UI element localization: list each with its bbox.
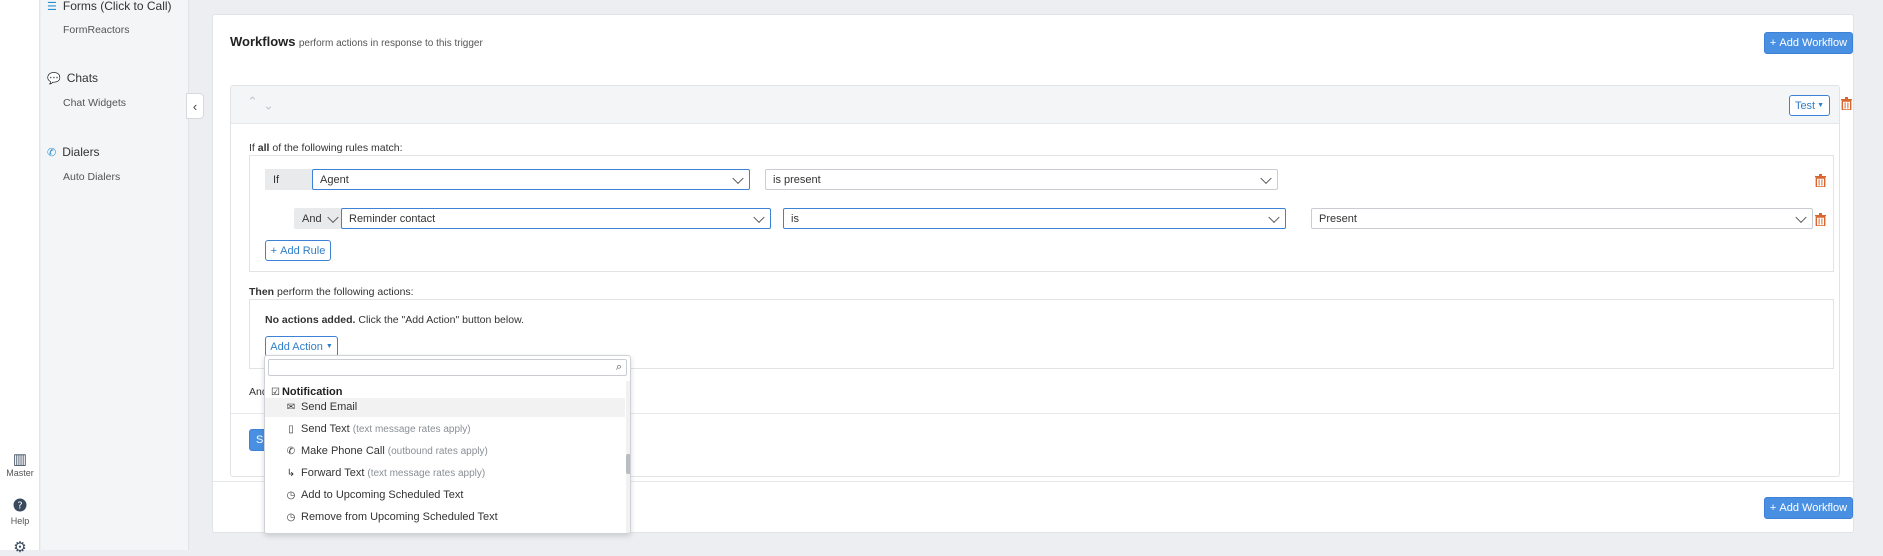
delete-rule-button[interactable]: [1815, 174, 1826, 187]
sidebar-section-chats[interactable]: 💬 Chats: [47, 71, 98, 85]
dropdown-scrollbar-thumb[interactable]: [626, 454, 630, 474]
master-label: Master: [6, 468, 34, 478]
settings-nav[interactable]: ⚙: [0, 540, 40, 556]
add-action-button[interactable]: Add Action ▼: [265, 336, 338, 357]
sidebar-section-forms[interactable]: ☰ Forms (Click to Call): [47, 0, 172, 13]
rule-value-select[interactable]: Present: [1311, 208, 1813, 229]
add-workflow-button-bottom[interactable]: + Add Workflow: [1764, 497, 1853, 519]
phone-icon: ✆: [47, 147, 57, 159]
action-send-email[interactable]: ✉ Send Email: [285, 401, 357, 413]
rule-operator-select[interactable]: is: [783, 208, 1286, 229]
workflows-subtitle: perform actions in response to this trig…: [298, 38, 483, 49]
move-down-icon[interactable]: ⌃: [263, 96, 274, 112]
chevron-down-icon: [1268, 211, 1280, 223]
clock-icon: ◷: [286, 489, 296, 501]
action-forward-text[interactable]: ↳ Forward Text (text message rates apply): [285, 467, 485, 479]
rule-field-select[interactable]: Agent: [312, 169, 750, 190]
add-action-dropdown: ⌕ ☑ Notification ✉ Send Email ▯ Send Text (t…: [264, 355, 631, 534]
actions-intro: Then perform the following actions:: [249, 286, 414, 298]
sidebar-item-auto-dialers[interactable]: Auto Dialers: [63, 171, 120, 183]
mobile-icon: ▯: [288, 423, 294, 435]
sidebar-item-formreactors[interactable]: FormReactors: [63, 24, 130, 36]
help-label: Help: [10, 516, 30, 526]
trash-icon: [1841, 97, 1852, 110]
action-send-text[interactable]: ▯ Send Text (text message rates apply): [285, 423, 470, 435]
action-search-input[interactable]: ⌕: [268, 359, 627, 376]
chevron-left-icon: ‹: [192, 98, 198, 114]
left-rail: ▥ Master ? Help ⚙: [0, 0, 40, 556]
building-icon: ▥: [12, 451, 28, 468]
help-nav[interactable]: ? Help: [0, 498, 40, 526]
dropdown-scrollbar[interactable]: [626, 381, 630, 533]
action-remove-scheduled-text[interactable]: ◷ Remove from Upcoming Scheduled Text: [285, 511, 498, 523]
chevron-down-icon: [732, 172, 744, 184]
move-up-icon[interactable]: ⌃: [247, 94, 258, 110]
trash-icon: [1815, 174, 1826, 187]
trash-icon: [1815, 213, 1826, 226]
action-make-phone-call[interactable]: ✆ Make Phone Call (outbound rates apply): [285, 445, 488, 457]
gear-icon: ⚙: [13, 539, 27, 556]
workflows-header: Workflows perform actions in response to…: [230, 34, 483, 49]
chevron-down-icon: [327, 211, 339, 223]
plus-icon: +: [1769, 502, 1780, 514]
master-nav[interactable]: ▥ Master: [0, 451, 40, 479]
forward-icon: ↳: [286, 467, 296, 479]
delete-workflow-button[interactable]: [1841, 97, 1852, 110]
plus-icon: +: [1769, 37, 1780, 49]
envelope-check-icon: ☑: [271, 387, 280, 398]
add-workflow-button-top[interactable]: + Add Workflow: [1764, 32, 1853, 54]
notification-group-title: ☑ Notification: [271, 386, 343, 398]
help-icon: ?: [0, 498, 40, 516]
chevron-down-icon: [1795, 211, 1807, 223]
sidebar: ☰ Forms (Click to Call) FormReactors 💬 Cha…: [41, 0, 189, 550]
plus-icon: +: [270, 244, 281, 257]
caret-down-icon: ▼: [1817, 102, 1825, 109]
rules-intro: If all of the following rules match:: [249, 142, 403, 154]
collapse-sidebar-button[interactable]: ‹: [186, 93, 204, 119]
rule-connector-select[interactable]: And: [294, 208, 345, 229]
rule-field-select[interactable]: Reminder contact: [341, 208, 771, 229]
chevron-down-icon: [1260, 172, 1272, 184]
clock-icon: ◷: [286, 511, 296, 523]
test-dropdown-button[interactable]: Test ▼: [1789, 95, 1830, 116]
chat-icon: 💬: [47, 73, 61, 85]
sidebar-item-chat-widgets[interactable]: Chat Widgets: [63, 97, 126, 109]
search-icon: ⌕: [615, 361, 622, 373]
workflow-panel-header: ⌃ ⌃ Test ▼: [231, 86, 1852, 124]
envelope-icon: ✉: [286, 401, 296, 413]
delete-rule-button[interactable]: [1815, 213, 1826, 226]
action-add-scheduled-text[interactable]: ◷ Add to Upcoming Scheduled Text: [285, 489, 464, 501]
add-rule-button[interactable]: + Add Rule: [265, 240, 331, 261]
phone-outgoing-icon: ✆: [286, 445, 296, 457]
sidebar-section-dialers[interactable]: ✆ Dialers: [47, 145, 100, 159]
no-actions-message: No actions added. Click the "Add Action"…: [265, 314, 524, 326]
chevron-down-icon: [753, 211, 765, 223]
caret-down-icon: ▼: [325, 343, 333, 350]
svg-text:?: ?: [17, 501, 22, 512]
rules-box: If Agent is present And Reminder contact…: [249, 155, 1834, 272]
workflows-title: Workflows: [230, 34, 296, 49]
rule-operator-select[interactable]: is present: [765, 169, 1278, 190]
list-icon: ☰: [47, 1, 57, 13]
